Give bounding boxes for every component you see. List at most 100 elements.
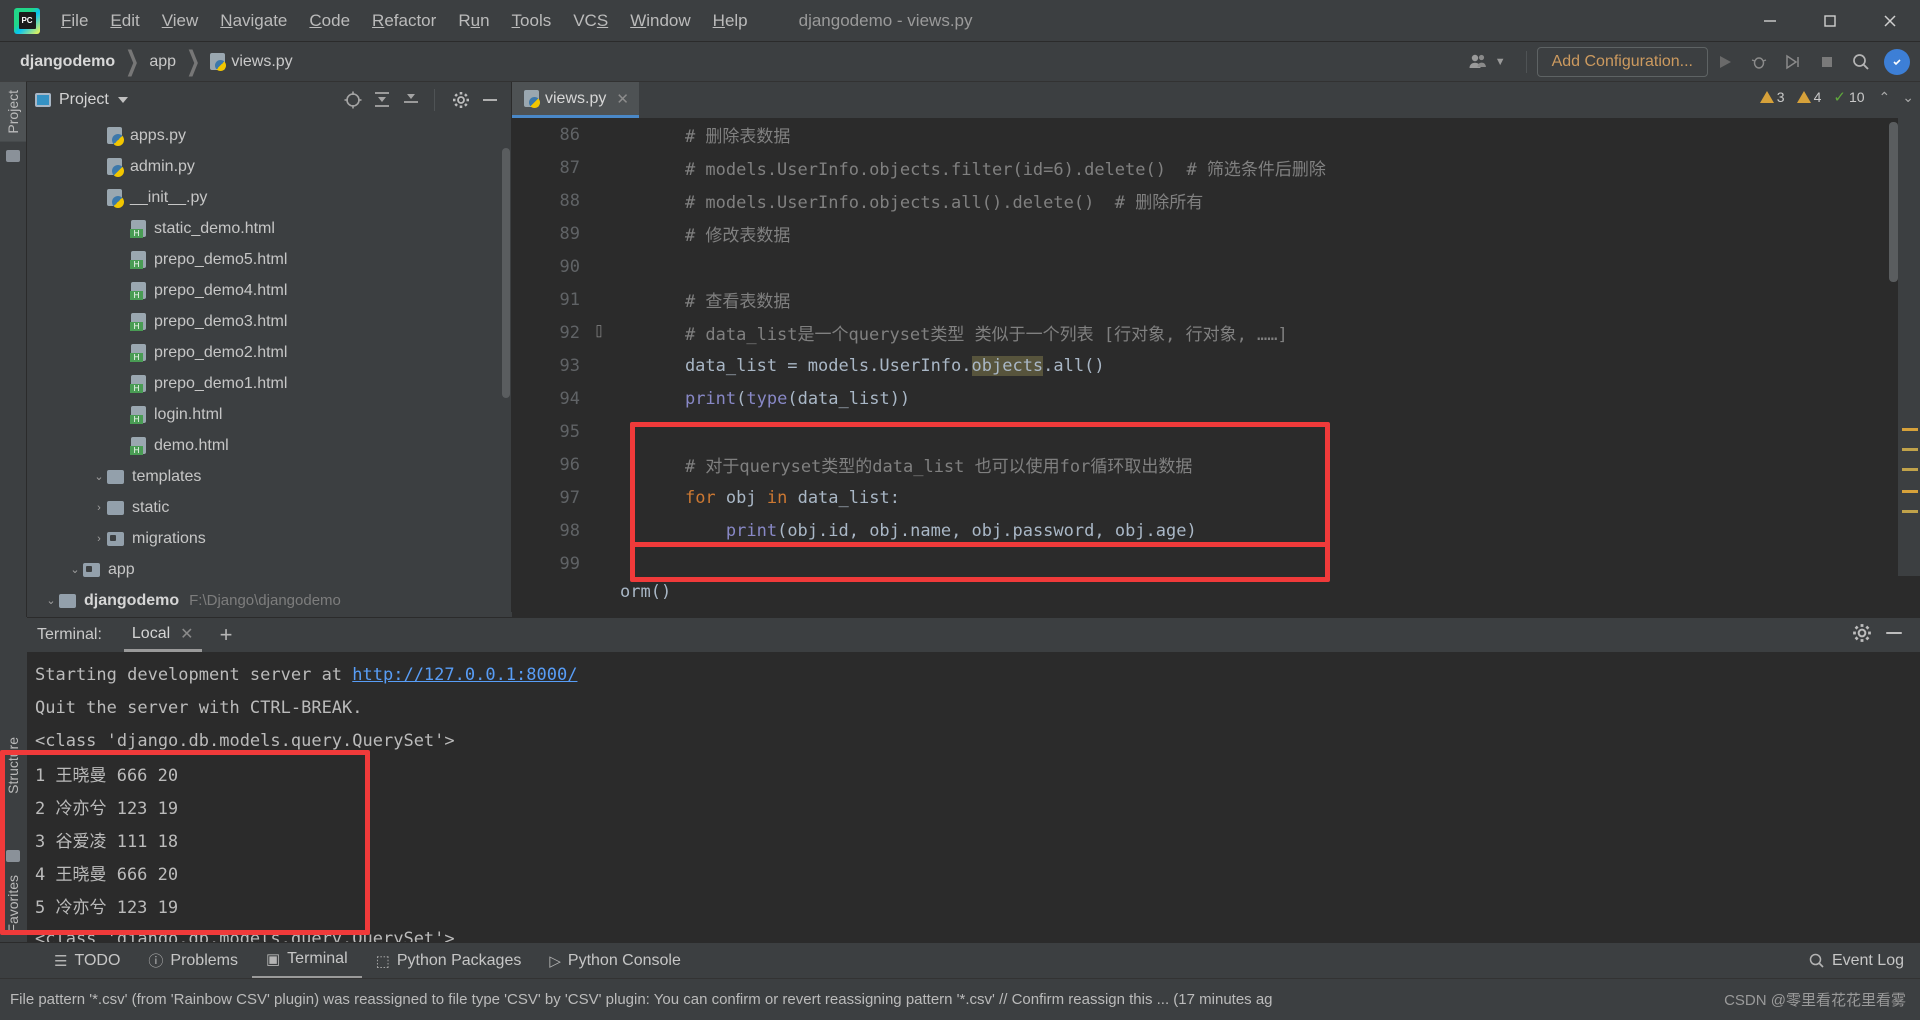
menu-item-edit[interactable]: Edit [99, 0, 150, 42]
search-icon[interactable] [1846, 47, 1876, 77]
code-line[interactable]: 94 print(type(data_list)) [512, 382, 1920, 415]
menu-item-help[interactable]: Help [702, 0, 759, 42]
tree-item[interactable]: prepo_demo4.html [27, 275, 511, 306]
terminal-output[interactable]: Starting development server at http://12… [27, 652, 1920, 961]
status-tab-todo[interactable]: ☰ TODO [40, 943, 134, 979]
structure-icon[interactable] [6, 850, 20, 862]
tree-item[interactable]: login.html [27, 399, 511, 430]
chevron-right-icon[interactable]: › [91, 502, 107, 514]
code-line[interactable]: 92 ⌷ # data_list是一个queryset类型 类似于一个列表 [行对… [512, 316, 1920, 349]
tree-item[interactable]: prepo_demo3.html [27, 306, 511, 337]
menu-item-file[interactable]: File [50, 0, 99, 42]
chevron-down-icon[interactable]: ⌄ [67, 563, 83, 576]
run-with-coverage-button[interactable] [1778, 47, 1808, 77]
next-problem-icon[interactable]: ⌄ [1902, 89, 1914, 106]
breadcrumb-item-djangodemo[interactable]: djangodemo [16, 51, 119, 73]
menu-item-view[interactable]: View [151, 0, 210, 42]
chevron-down-icon[interactable] [117, 97, 128, 103]
tree-item[interactable]: apps.py [27, 120, 511, 151]
tree-item[interactable]: prepo_demo1.html [27, 368, 511, 399]
menu-bar[interactable]: File Edit View Navigate Code Refactor Run Tools… [50, 0, 759, 41]
menu-item-window[interactable]: Window [619, 0, 701, 42]
chevron-down-icon[interactable]: ⌄ [91, 470, 107, 483]
run-button[interactable] [1710, 47, 1740, 77]
menu-item-code[interactable]: Code [298, 0, 361, 42]
editor-scrollbar[interactable] [1889, 122, 1898, 282]
collapse-all-icon[interactable] [398, 87, 424, 113]
breadcrumb[interactable]: djangodemo ❯ app ❯ views.py [16, 46, 297, 76]
tree-item[interactable]: ⌄ templates [27, 461, 511, 492]
chevron-right-icon[interactable]: › [91, 533, 107, 545]
terminal-tab-local[interactable]: Local ✕ [123, 618, 202, 652]
typos-count[interactable]: ✓ 10 [1833, 88, 1864, 106]
weak-warnings-count[interactable]: 4 [1796, 89, 1821, 105]
stop-button[interactable] [1812, 47, 1842, 77]
sidebar-tab-favorites[interactable]: Favorites [0, 867, 26, 941]
close-icon[interactable]: ✕ [616, 90, 629, 108]
tree-item[interactable]: ⌄ app [27, 554, 511, 585]
tree-item[interactable]: prepo_demo5.html [27, 244, 511, 275]
status-tab-python-packages[interactable]: ⬚ Python Packages [362, 943, 536, 979]
warnings-count[interactable]: 3 [1759, 89, 1785, 105]
tree-item[interactable]: __init__.py [27, 182, 511, 213]
menu-item-vcs[interactable]: VCS [562, 0, 619, 42]
hide-panel-icon[interactable] [477, 87, 503, 113]
prev-problem-icon[interactable]: ⌃ [1879, 89, 1891, 106]
tree-item[interactable]: › migrations [27, 523, 511, 554]
tree-item[interactable]: demo.html [27, 430, 511, 461]
tree-item[interactable]: ⌄ djangodemo F:\Django\djangodemo [27, 585, 511, 610]
event-log-button[interactable]: Event Log [1808, 952, 1904, 970]
code-line[interactable]: 91 # 查看表数据 [512, 283, 1920, 316]
folder-icon[interactable] [6, 149, 20, 162]
user-account-icon[interactable]: ▼ [1468, 53, 1506, 71]
code-line[interactable]: 95 [512, 415, 1920, 448]
project-tree[interactable]: apps.py admin.py __init__.py static_demo.ht… [27, 118, 511, 610]
status-tab-terminal[interactable]: ▣ Terminal [251, 943, 362, 979]
status-tab-problems[interactable]: ⓘ Problems [134, 943, 252, 979]
minimize-button[interactable] [1740, 0, 1800, 42]
notifications-badge[interactable] [1884, 48, 1910, 75]
sidebar-tab-project[interactable]: Project [0, 82, 26, 142]
code-line[interactable]: 89 # 修改表数据 [512, 217, 1920, 250]
close-icon[interactable]: ✕ [180, 624, 193, 644]
tree-item[interactable]: admin.py [27, 151, 511, 182]
code-content[interactable]: 86 # 删除表数据 87 # models.UserInfo.objects.f… [512, 118, 1920, 612]
menu-item-navigate[interactable]: Navigate [209, 0, 298, 42]
tree-item[interactable]: static_demo.html [27, 213, 511, 244]
add-configuration-button[interactable]: Add Configuration... [1536, 46, 1708, 77]
code-line[interactable]: 86 # 删除表数据 [512, 118, 1920, 151]
code-line[interactable]: 87 # models.UserInfo.objects.filter(id=6… [512, 151, 1920, 184]
code-line[interactable]: 90 [512, 250, 1920, 283]
code-line[interactable]: 97 for obj in data_list: [512, 481, 1920, 514]
hide-panel-icon[interactable] [1884, 623, 1910, 648]
code-fold-icon[interactable]: ⌷ [586, 325, 612, 340]
code-line[interactable]: 98 print(obj.id, obj.name, obj.password,… [512, 514, 1920, 547]
close-button[interactable] [1860, 0, 1920, 42]
inspection-strip[interactable] [1898, 118, 1920, 612]
scroll-from-source-icon[interactable] [340, 87, 366, 113]
project-tree-scrollbar[interactable] [502, 148, 510, 398]
maximize-button[interactable] [1800, 0, 1860, 42]
terminal-link[interactable]: http://127.0.0.1:8000/ [352, 665, 577, 685]
gear-icon[interactable] [1852, 623, 1872, 648]
chevron-down-icon[interactable]: ⌄ [43, 594, 59, 607]
menu-item-refactor[interactable]: Refactor [361, 0, 447, 42]
expand-all-icon[interactable] [369, 87, 395, 113]
new-terminal-button[interactable]: + [220, 622, 233, 648]
tree-item[interactable]: prepo_demo2.html [27, 337, 511, 368]
editor-tab-views-py[interactable]: views.py ✕ [512, 82, 639, 118]
sidebar-tab-structure[interactable]: Structure [0, 729, 26, 802]
breadcrumb-item-app[interactable]: app [145, 51, 180, 73]
code-line[interactable]: 93 data_list = models.UserInfo.objects.a… [512, 349, 1920, 382]
gear-icon[interactable] [448, 87, 474, 113]
code-line[interactable]: 96 # 对于queryset类型的data_list 也可以使用for循环取出… [512, 448, 1920, 481]
debug-button[interactable] [1744, 47, 1774, 77]
status-tab-python-console[interactable]: ▷ Python Console [535, 943, 695, 979]
tree-item[interactable]: › static [27, 492, 511, 523]
menu-item-run[interactable]: Run [447, 0, 500, 42]
menu-item-tools[interactable]: Tools [501, 0, 563, 42]
code-line[interactable]: 88 # models.UserInfo.objects.all().delet… [512, 184, 1920, 217]
window-controls[interactable] [1740, 0, 1920, 42]
inspection-summary[interactable]: 3 4 ✓ 10 ⌃ ⌄ [1759, 88, 1914, 106]
breadcrumb-item-views-py[interactable]: views.py [206, 51, 296, 73]
